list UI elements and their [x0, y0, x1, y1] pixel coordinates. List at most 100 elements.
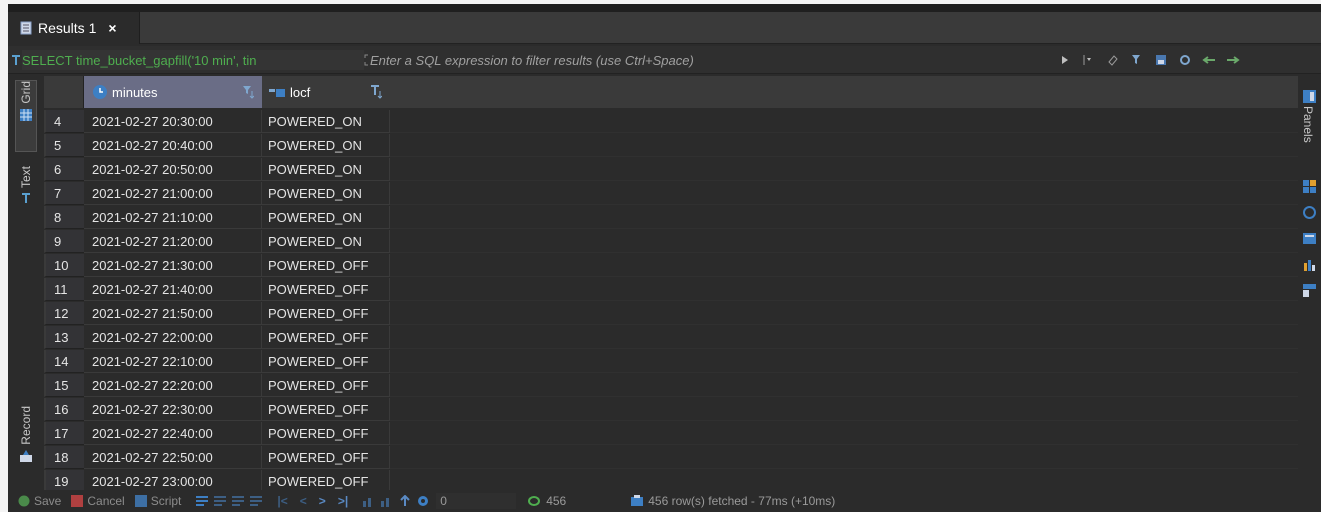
- cell-locf[interactable]: POWERED_OFF: [262, 350, 390, 373]
- row-number[interactable]: 5: [44, 134, 84, 157]
- cell-locf[interactable]: POWERED_OFF: [262, 422, 390, 445]
- cell-minutes[interactable]: 2021-02-27 22:40:00: [84, 422, 262, 445]
- cancel-button[interactable]: Cancel: [71, 494, 125, 508]
- save-filter-icon[interactable]: [1154, 53, 1168, 67]
- row-number[interactable]: 8: [44, 206, 84, 229]
- row-number[interactable]: 14: [44, 350, 84, 373]
- cell-minutes[interactable]: 2021-02-27 22:10:00: [84, 350, 262, 373]
- row-number[interactable]: 12: [44, 302, 84, 325]
- next-page-icon[interactable]: >: [319, 494, 326, 508]
- table-row[interactable]: 5 2021-02-27 20:40:00 POWERED_ON: [44, 134, 1298, 158]
- row-number[interactable]: 13: [44, 326, 84, 349]
- cell-minutes[interactable]: 2021-02-27 21:40:00: [84, 278, 262, 301]
- grouping-icon[interactable]: [1303, 284, 1316, 297]
- references-icon[interactable]: [1303, 232, 1316, 245]
- cell-minutes[interactable]: 2021-02-27 22:00:00: [84, 326, 262, 349]
- cell-locf[interactable]: POWERED_ON: [262, 158, 390, 181]
- column-header-locf[interactable]: locf: [262, 76, 390, 108]
- sort-filter-icon[interactable]: [370, 85, 382, 99]
- cell-locf[interactable]: POWERED_OFF: [262, 374, 390, 397]
- delete-row-icon[interactable]: [249, 495, 263, 507]
- value-viewer-icon[interactable]: [1303, 180, 1316, 193]
- apply-filter-icon[interactable]: [1058, 53, 1072, 67]
- table-row[interactable]: 17 2021-02-27 22:40:00 POWERED_OFF: [44, 422, 1298, 446]
- tab-text[interactable]: Text: [15, 166, 37, 228]
- row-number[interactable]: 11: [44, 278, 84, 301]
- script-button[interactable]: Script: [134, 494, 181, 508]
- filter-clear-icon[interactable]: [1130, 53, 1144, 67]
- table-row[interactable]: 11 2021-02-27 21:40:00 POWERED_OFF: [44, 278, 1298, 302]
- cell-locf[interactable]: POWERED_ON: [262, 230, 390, 253]
- table-row[interactable]: 13 2021-02-27 22:00:00 POWERED_OFF: [44, 326, 1298, 350]
- table-row[interactable]: 16 2021-02-27 22:30:00 POWERED_OFF: [44, 398, 1298, 422]
- row-number[interactable]: 6: [44, 158, 84, 181]
- copy-row-icon[interactable]: [231, 495, 245, 507]
- cell-minutes[interactable]: 2021-02-27 21:50:00: [84, 302, 262, 325]
- table-row[interactable]: 9 2021-02-27 21:20:00 POWERED_ON: [44, 230, 1298, 254]
- cell-locf[interactable]: POWERED_ON: [262, 110, 390, 133]
- row-number[interactable]: 17: [44, 422, 84, 445]
- cell-locf[interactable]: POWERED_ON: [262, 206, 390, 229]
- cell-minutes[interactable]: 2021-02-27 22:30:00: [84, 398, 262, 421]
- settings-icon[interactable]: [1178, 53, 1192, 67]
- panels-icon[interactable]: [1303, 90, 1316, 103]
- cell-minutes[interactable]: 2021-02-27 21:20:00: [84, 230, 262, 253]
- row-number[interactable]: 9: [44, 230, 84, 253]
- row-number[interactable]: 10: [44, 254, 84, 277]
- table-row[interactable]: 8 2021-02-27 21:10:00 POWERED_ON: [44, 206, 1298, 230]
- cell-locf[interactable]: POWERED_OFF: [262, 254, 390, 277]
- cell-locf[interactable]: POWERED_ON: [262, 182, 390, 205]
- cell-locf[interactable]: POWERED_OFF: [262, 278, 390, 301]
- table-row[interactable]: 4 2021-02-27 20:30:00 POWERED_ON: [44, 110, 1298, 134]
- tab-results-1[interactable]: Results 1 ×: [8, 12, 140, 44]
- cell-minutes[interactable]: 2021-02-27 21:30:00: [84, 254, 262, 277]
- cell-minutes[interactable]: 2021-02-27 21:00:00: [84, 182, 262, 205]
- cell-minutes[interactable]: 2021-02-27 22:20:00: [84, 374, 262, 397]
- cell-locf[interactable]: POWERED_OFF: [262, 326, 390, 349]
- refresh-icon[interactable]: [526, 495, 542, 507]
- metadata-icon[interactable]: [1303, 206, 1316, 219]
- gear-icon[interactable]: [416, 494, 430, 508]
- filter-input[interactable]: [370, 50, 1050, 70]
- aggregate-icon[interactable]: [1303, 258, 1316, 271]
- last-page-icon[interactable]: >|: [338, 494, 348, 508]
- sql-query-box[interactable]: SELECT time_bucket_gapfill('10 min', tin: [22, 50, 364, 70]
- table-row[interactable]: 18 2021-02-27 22:50:00 POWERED_OFF: [44, 446, 1298, 470]
- row-number[interactable]: 16: [44, 398, 84, 421]
- table-row[interactable]: 12 2021-02-27 21:50:00 POWERED_OFF: [44, 302, 1298, 326]
- table-row[interactable]: 6 2021-02-27 20:50:00 POWERED_ON: [44, 158, 1298, 182]
- row-number[interactable]: 7: [44, 182, 84, 205]
- cell-minutes[interactable]: 2021-02-27 22:50:00: [84, 446, 262, 469]
- cell-locf[interactable]: POWERED_OFF: [262, 302, 390, 325]
- close-icon[interactable]: ×: [108, 20, 116, 36]
- add-row-icon[interactable]: [213, 495, 227, 507]
- row-number[interactable]: 15: [44, 374, 84, 397]
- tab-record[interactable]: Record: [15, 406, 37, 486]
- cell-minutes[interactable]: 2021-02-27 21:10:00: [84, 206, 262, 229]
- export-icon[interactable]: [398, 495, 412, 507]
- fetch-all-icon[interactable]: [380, 495, 394, 507]
- row-number[interactable]: 18: [44, 446, 84, 469]
- cell-minutes[interactable]: 2021-02-27 20:50:00: [84, 158, 262, 181]
- cell-locf[interactable]: POWERED_OFF: [262, 398, 390, 421]
- filter-history-icon[interactable]: [1082, 53, 1096, 67]
- sort-filter-icon[interactable]: [242, 85, 254, 99]
- table-row[interactable]: 7 2021-02-27 21:00:00 POWERED_ON: [44, 182, 1298, 206]
- cell-locf[interactable]: POWERED_ON: [262, 134, 390, 157]
- tab-grid[interactable]: Grid: [15, 80, 37, 152]
- forward-arrow-icon[interactable]: [1226, 53, 1240, 67]
- back-arrow-icon[interactable]: [1202, 53, 1216, 67]
- eraser-icon[interactable]: [1106, 53, 1120, 67]
- fetch-size-input[interactable]: 0: [436, 493, 517, 509]
- column-header-minutes[interactable]: minutes: [84, 76, 262, 108]
- table-row[interactable]: 14 2021-02-27 22:10:00 POWERED_OFF: [44, 350, 1298, 374]
- previous-page-icon[interactable]: <: [300, 494, 307, 508]
- cell-locf[interactable]: POWERED_OFF: [262, 446, 390, 469]
- table-row[interactable]: 15 2021-02-27 22:20:00 POWERED_OFF: [44, 374, 1298, 398]
- table-row[interactable]: 10 2021-02-27 21:30:00 POWERED_OFF: [44, 254, 1298, 278]
- edit-row-icon[interactable]: [195, 495, 209, 507]
- cell-minutes[interactable]: 2021-02-27 20:40:00: [84, 134, 262, 157]
- panels-label[interactable]: Panels: [1301, 106, 1315, 143]
- cell-minutes[interactable]: 2021-02-27 20:30:00: [84, 110, 262, 133]
- fetch-next-icon[interactable]: [362, 495, 376, 507]
